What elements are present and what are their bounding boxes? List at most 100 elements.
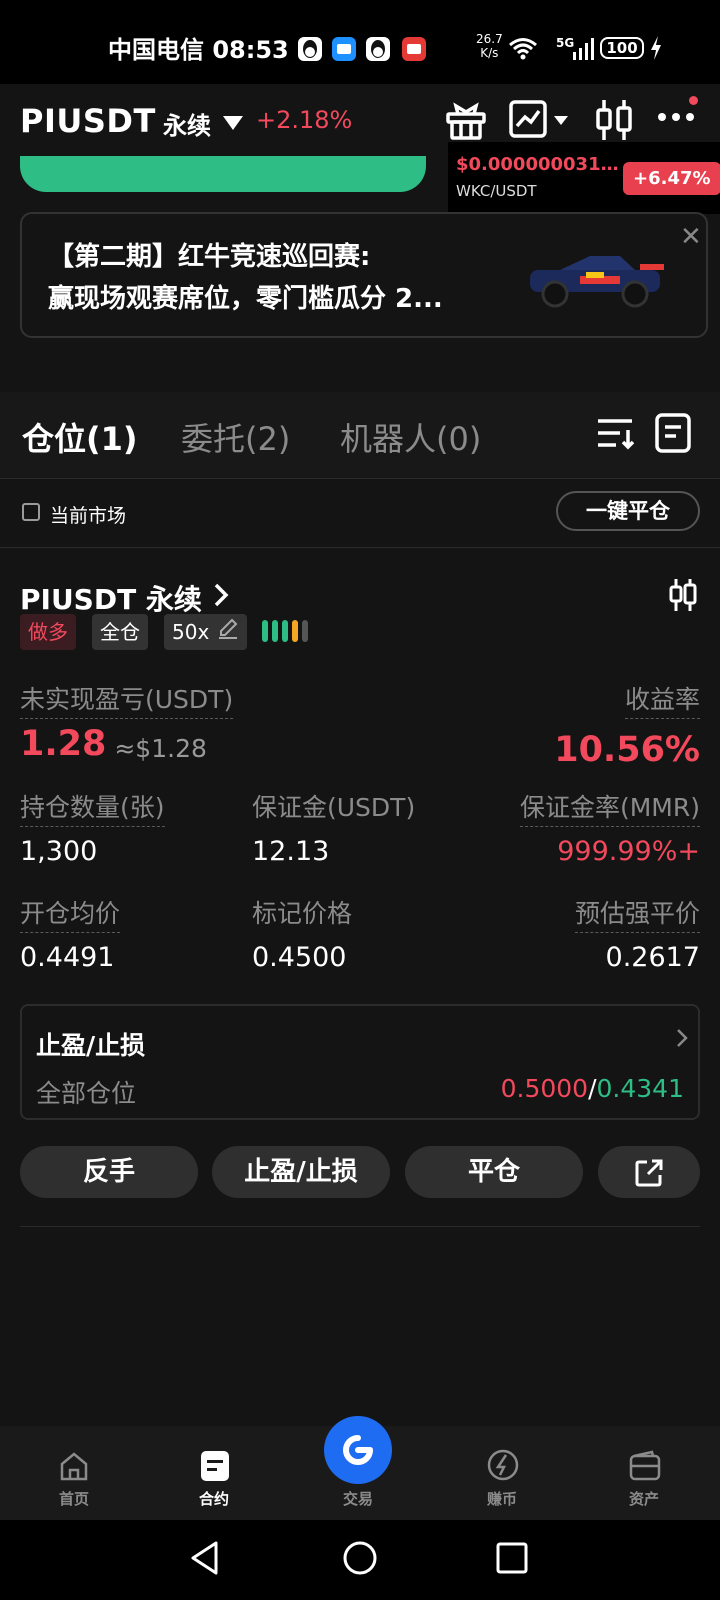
nav-assets-label: 资产 — [628, 1490, 659, 1508]
trade-icon — [343, 1435, 373, 1465]
divider — [20, 1226, 700, 1227]
filter-row: 当前市场 一键平仓 — [0, 479, 720, 548]
gift-icon[interactable] — [444, 98, 488, 146]
qq-icon — [298, 37, 322, 61]
mail-app-icon — [402, 37, 426, 61]
mark-value: 0.4500 — [252, 942, 347, 973]
side-badge: 做多 — [20, 614, 76, 650]
entry-value: 0.4491 — [20, 942, 115, 973]
promo-banner[interactable]: 【第二期】红牛竞速巡回赛: 赢现场观赛席位，零门槛瓜分 2... ✕ — [20, 212, 708, 338]
nav-contract-label: 合约 — [198, 1490, 229, 1508]
position-tabs: 仓位(1) 委托(2) 机器人(0) — [0, 392, 720, 479]
qq-icon — [366, 37, 390, 61]
position-title[interactable]: PIUSDT 永续 — [20, 578, 202, 618]
tpsl-button[interactable]: 止盈/止损 — [212, 1146, 390, 1198]
chevron-right-icon[interactable] — [676, 1028, 688, 1052]
liq-value: 0.2617 — [605, 942, 700, 973]
price-change: +2.18% — [256, 106, 353, 134]
take-profit-price: 0.5000 — [500, 1074, 589, 1103]
wallet-icon — [629, 1450, 661, 1481]
unrealized-pnl: 1.28 ≈$1.28 — [20, 724, 207, 764]
close-position-button[interactable]: 平仓 — [405, 1146, 583, 1198]
roe-value: 10.56% — [554, 730, 700, 770]
status-bar: 中国电信 08:53 26.7 K/s 5G 100 — [0, 0, 720, 84]
adl-indicator — [262, 618, 310, 648]
home-icon — [60, 1452, 88, 1481]
stop-loss-price: 0.4341 — [596, 1074, 684, 1103]
size-label[interactable]: 持仓数量(张) — [20, 788, 165, 827]
tpsl-scope: 全部仓位 — [36, 1079, 137, 1108]
wifi-icon — [508, 36, 538, 64]
candlestick-icon[interactable] — [594, 98, 634, 146]
system-nav-bar — [0, 1520, 720, 1600]
roe-label[interactable]: 收益率 — [624, 680, 700, 719]
margin-value: 12.13 — [252, 836, 330, 867]
unrealized-pnl-label[interactable]: 未实现盈亏(USDT) — [20, 680, 234, 719]
leverage-badge[interactable]: 50x — [164, 614, 248, 650]
ticker-price: $0.0000000317... — [456, 154, 626, 175]
margin-label: 保证金(USDT) — [252, 793, 416, 822]
unrealized-pnl-value: 1.28 — [20, 724, 107, 764]
liq-label[interactable]: 预估强平价 — [574, 894, 700, 933]
mmr-value: 999.99%+ — [557, 836, 700, 867]
earn-icon — [487, 1449, 519, 1481]
size-value: 1,300 — [20, 836, 98, 867]
banner-line-1: 【第二期】红牛竞速巡回赛: — [48, 242, 371, 272]
contract-icon — [201, 1451, 229, 1481]
trade-fab-button[interactable] — [324, 1416, 392, 1484]
close-all-button[interactable]: 一键平仓 — [556, 491, 700, 531]
race-car-image — [520, 242, 670, 314]
nav-contract[interactable]: 合约 — [154, 1426, 274, 1520]
chevron-right-icon[interactable] — [212, 582, 230, 612]
nav-earn[interactable]: 赚币 — [442, 1426, 562, 1520]
banner-line-2: 赢现场观赛席位，零门槛瓜分 2... — [48, 284, 443, 314]
leverage-value: 50x — [172, 620, 210, 644]
tpsl-title: 止盈/止损 — [36, 1031, 146, 1060]
ticker-change-badge: +6.47% — [623, 162, 720, 195]
notification-dot — [689, 96, 698, 105]
chart-icon[interactable] — [508, 98, 552, 146]
current-market-checkbox[interactable] — [22, 503, 40, 521]
tab-positions[interactable]: 仓位(1) — [22, 414, 138, 460]
nav-assets[interactable]: 资产 — [584, 1426, 704, 1520]
mmr-label[interactable]: 保证金率(MMR) — [519, 788, 700, 827]
tpsl-prices: 0.5000 / 0.4341 — [501, 1074, 684, 1103]
history-icon[interactable] — [654, 412, 694, 460]
pair-title[interactable]: PIUSDT — [20, 102, 156, 140]
tpsl-separator: / — [588, 1074, 597, 1103]
caret-down-icon[interactable] — [223, 116, 243, 130]
unrealized-pnl-usd: ≈$1.28 — [114, 733, 207, 763]
contract-type[interactable]: 永续 — [163, 106, 211, 141]
nav-earn-label: 赚币 — [486, 1490, 517, 1508]
home-circle-icon[interactable] — [342, 1540, 378, 1580]
more-icon[interactable] — [656, 108, 696, 127]
candlestick-icon[interactable] — [668, 578, 698, 616]
tab-orders[interactable]: 委托(2) — [181, 414, 290, 460]
tpsl-panel[interactable]: 止盈/止损 全部仓位 0.5000 / 0.4341 — [20, 1004, 700, 1120]
message-app-icon — [332, 37, 356, 61]
margin-mode-badge[interactable]: 全仓 — [92, 614, 148, 650]
share-button[interactable] — [598, 1146, 700, 1198]
floating-ticker[interactable]: $0.0000000317... WKC/USDT +6.47% — [448, 142, 720, 214]
signal-icon — [572, 38, 594, 64]
share-icon — [635, 1159, 663, 1187]
reverse-button[interactable]: 反手 — [20, 1146, 198, 1198]
tab-bots[interactable]: 机器人(0) — [340, 414, 481, 460]
carrier-time: 中国电信 08:53 — [108, 36, 289, 64]
mark-label: 标记价格 — [252, 899, 353, 928]
net-speed: 26.7 K/s — [476, 32, 503, 60]
ticker-pair: WKC/USDT — [456, 182, 537, 200]
battery-indicator: 100 — [600, 37, 644, 59]
current-market-label[interactable]: 当前市场 — [50, 501, 126, 528]
charging-icon — [650, 36, 662, 64]
edit-icon[interactable] — [217, 614, 239, 650]
back-icon[interactable] — [188, 1540, 222, 1580]
recents-icon[interactable] — [496, 1542, 528, 1578]
nav-home[interactable]: 首页 — [14, 1426, 134, 1520]
close-icon[interactable]: ✕ — [680, 222, 702, 252]
nav-home-label: 首页 — [58, 1490, 89, 1508]
entry-label[interactable]: 开仓均价 — [20, 894, 121, 933]
nav-trade-label: 交易 — [342, 1490, 373, 1508]
sort-icon[interactable] — [596, 416, 636, 456]
chart-dropdown-icon[interactable] — [554, 116, 568, 125]
